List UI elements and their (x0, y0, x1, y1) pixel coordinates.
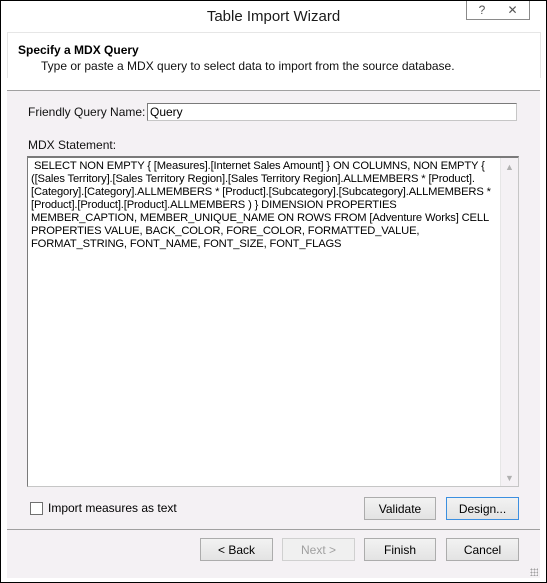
table-import-wizard-window: Table Import Wizard ? ✕ Specify a MDX Qu… (0, 0, 547, 583)
chevron-down-icon: ▼ (505, 472, 514, 483)
page-subtitle: Type or paste a MDX query to select data… (41, 59, 455, 73)
next-button[interactable]: Next > (282, 538, 355, 561)
help-icon: ? (478, 3, 486, 17)
title-bar: Table Import Wizard ? ✕ (1, 1, 546, 32)
mdx-statement-textarea[interactable]: SELECT NON EMPTY { [Measures].[Internet … (27, 156, 519, 487)
footer-divider (7, 529, 540, 530)
chevron-up-icon: ▲ (505, 161, 514, 172)
wizard-body: Friendly Query Name: MDX Statement: SELE… (7, 90, 540, 578)
finish-button[interactable]: Finish (364, 538, 436, 561)
import-measures-label[interactable]: Import measures as text (48, 501, 177, 515)
scroll-down-button[interactable]: ▼ (501, 469, 518, 486)
close-button[interactable]: ✕ (496, 1, 530, 20)
back-button[interactable]: < Back (200, 538, 273, 561)
import-measures-checkbox[interactable] (30, 501, 43, 515)
validate-button[interactable]: Validate (364, 497, 436, 520)
mdx-statement-label: MDX Statement: (28, 138, 117, 152)
scroll-up-button[interactable]: ▲ (501, 158, 518, 175)
page-title: Specify a MDX Query (18, 43, 139, 57)
mdx-statement-text[interactable]: SELECT NON EMPTY { [Measures].[Internet … (31, 160, 499, 251)
friendly-query-name-input[interactable] (147, 103, 517, 121)
friendly-query-name-label: Friendly Query Name: (28, 105, 146, 119)
cancel-button[interactable]: Cancel (446, 538, 519, 561)
import-measures-option[interactable]: Import measures as text (30, 501, 177, 515)
design-button[interactable]: Design... (446, 497, 519, 520)
wizard-header: Specify a MDX Query Type or paste a MDX … (7, 32, 541, 78)
close-icon: ✕ (507, 3, 518, 17)
help-button[interactable]: ? (466, 1, 498, 20)
vertical-scrollbar[interactable]: ▲ ▼ (500, 158, 518, 486)
window-title: Table Import Wizard (206, 8, 341, 25)
resize-grip-icon[interactable] (530, 568, 538, 576)
